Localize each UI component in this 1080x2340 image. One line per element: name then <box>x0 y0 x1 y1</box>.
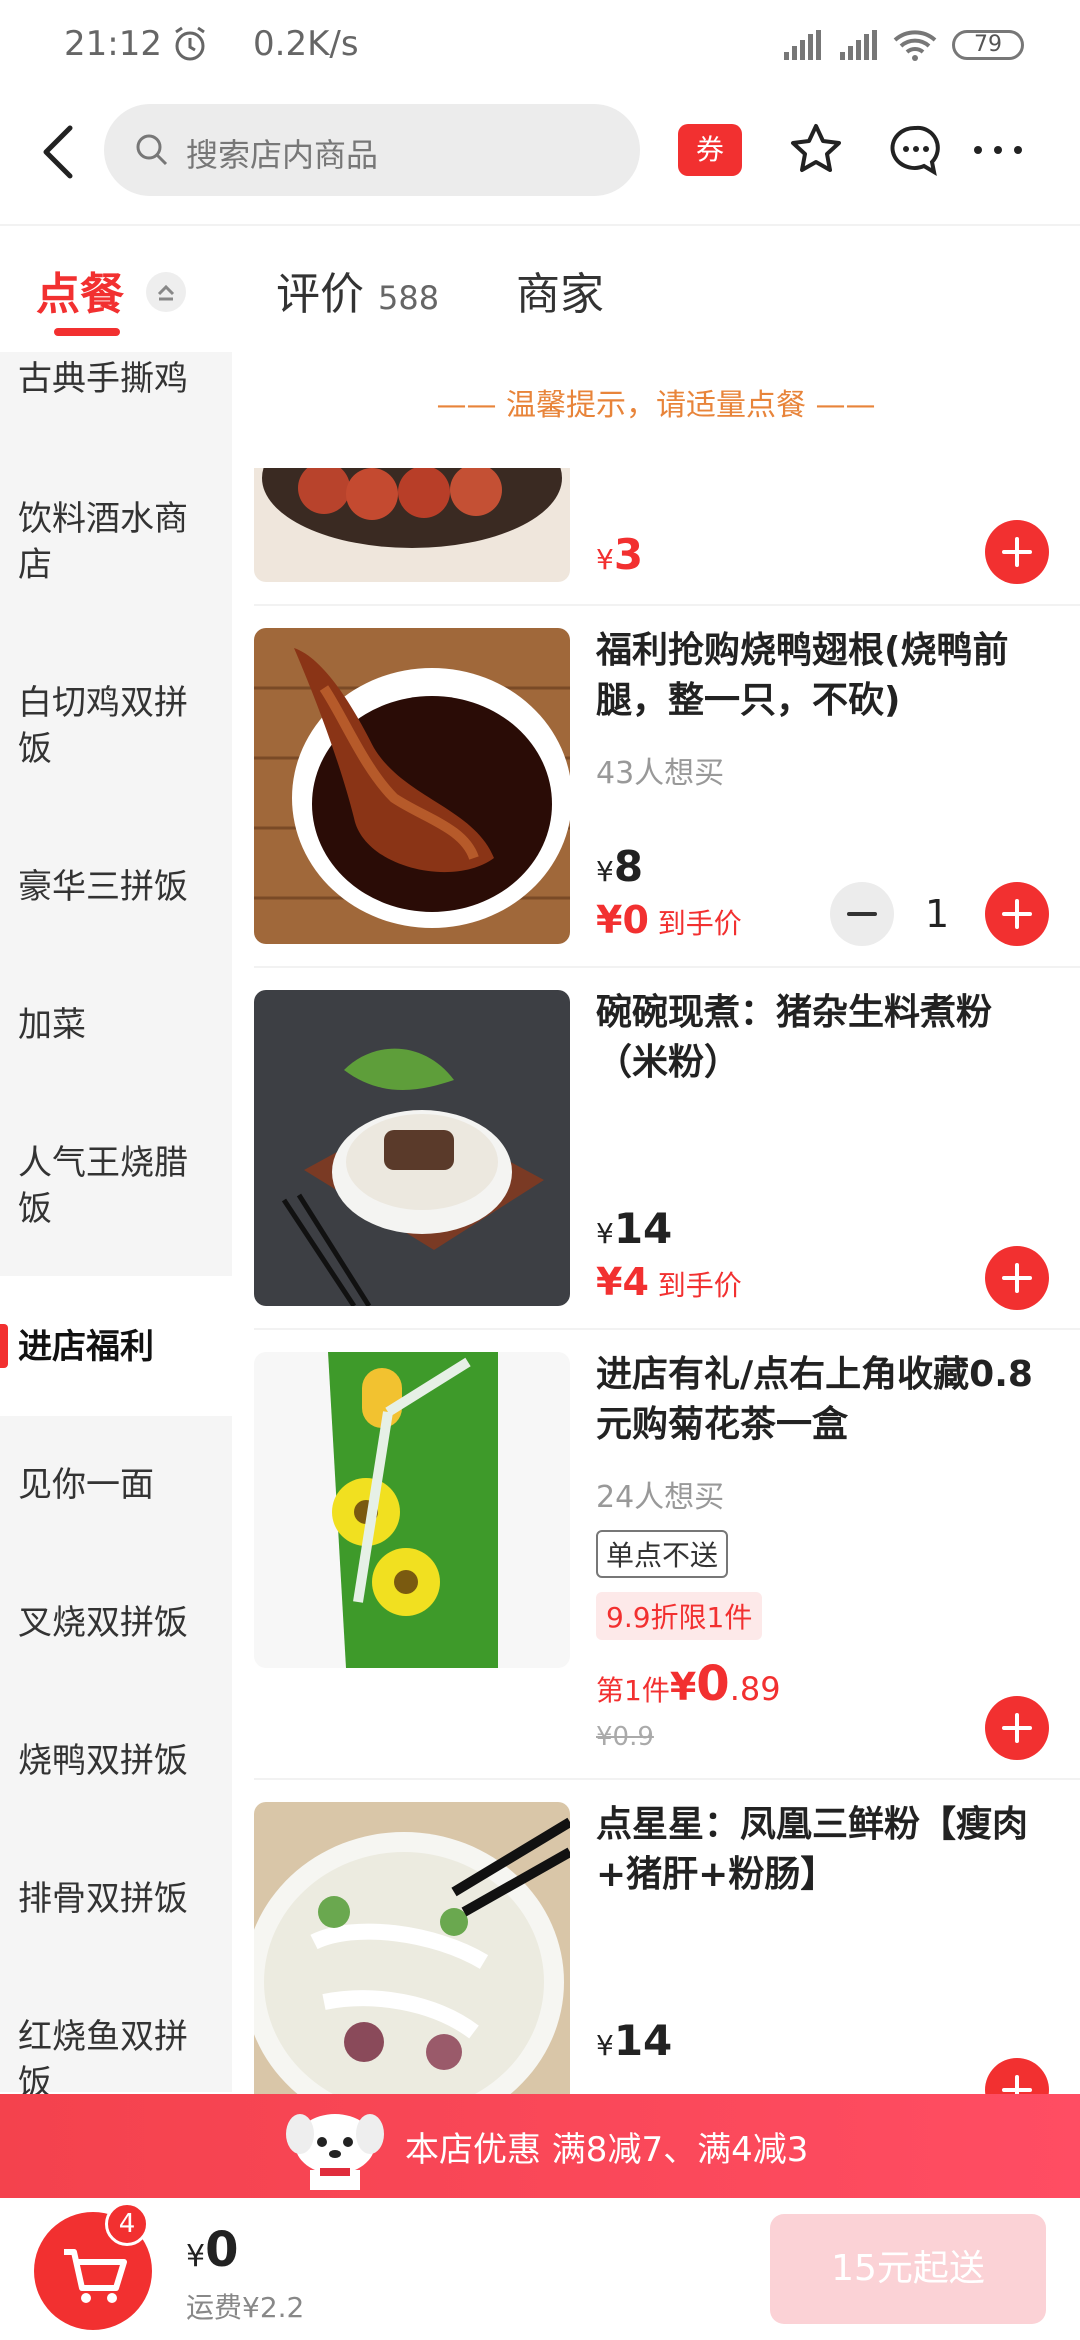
sidebar-item[interactable]: 白切鸡双拼饭 <box>18 680 218 772</box>
item-image[interactable] <box>254 990 570 1306</box>
item-price: ¥14 <box>596 1204 672 1253</box>
promo-text: 本店优惠 满8减7、满4减3 <box>405 2130 809 2170</box>
sidebar-item[interactable]: 红烧鱼双拼饭 <box>18 2014 218 2106</box>
signal-hd-icon <box>840 30 877 60</box>
item-title[interactable]: 进店有礼/点右上角收藏0.8元购菊花茶一盒 <box>596 1350 1056 1450</box>
hand-price-value: ¥0 <box>596 898 649 942</box>
battery-indicator: 79 <box>952 30 1024 60</box>
tip-text: —— 温馨提示，请适量点餐 —— <box>436 388 876 423</box>
sidebar-item[interactable]: 叉烧双拼饭 <box>18 1600 218 1646</box>
item-want-count: 24人想买 <box>596 1480 725 1515</box>
item-image[interactable] <box>254 1352 570 1668</box>
cart-total-value: 0 <box>205 2222 239 2278</box>
sidebar-item[interactable]: 人气王烧腊饭 <box>18 1140 218 1232</box>
item-want-count: 43人想买 <box>596 756 725 791</box>
original-price: ¥0.9 <box>596 1722 654 1752</box>
category-active-marker <box>0 1324 8 1368</box>
currency-symbol: ¥ <box>186 2239 206 2274</box>
sidebar-item[interactable]: 豪华三拼饭 <box>18 864 218 910</box>
checkout-button[interactable]: 15元起送 <box>770 2214 1046 2324</box>
header-divider <box>0 224 1080 226</box>
tab-active-indicator <box>54 328 120 336</box>
first-item-price: 第1件¥0.89 <box>596 1656 781 1712</box>
sidebar-item[interactable]: 古典手撕鸡 <box>18 356 218 402</box>
sidebar-item[interactable]: 排骨双拼饭 <box>18 1876 218 1922</box>
search-placeholder: 搜索店内商品 <box>186 136 379 174</box>
item-title[interactable]: 点星星：凤凰三鲜粉【瘦肉+猪肝+粉肠】 <box>596 1800 1056 1900</box>
discount-tag: 9.9折限1件 <box>596 1592 763 1640</box>
item-price: ¥3 <box>596 530 643 579</box>
currency-symbol: ¥ <box>596 855 614 888</box>
mascot-icon <box>286 2114 384 2190</box>
cart-count-badge: 4 <box>105 2202 149 2246</box>
more-icon[interactable] <box>968 120 1028 180</box>
tab-reviews-label: 评价 <box>276 269 364 320</box>
item-image[interactable] <box>254 1802 570 2094</box>
first-price-integer: 0 <box>696 1656 730 1712</box>
tab-order[interactable]: 点餐 <box>36 258 124 322</box>
back-arrow-icon[interactable] <box>38 122 78 182</box>
first-item-label: 第1件 <box>596 1674 670 1707</box>
first-price-decimal: .89 <box>729 1670 781 1708</box>
hand-price-label: 到手价 <box>657 907 742 940</box>
item-title[interactable]: 福利抢购烧鸭翅根(烧鸭前腿，整一只，不砍) <box>596 626 1056 726</box>
sidebar-item-active[interactable]: 进店福利 <box>18 1324 218 1370</box>
price-value: 14 <box>613 2016 673 2065</box>
sidebar-item[interactable]: 饮料酒水商店 <box>18 496 218 588</box>
currency-symbol: ¥ <box>596 2029 614 2062</box>
cart-total: ¥0 <box>186 2222 239 2278</box>
collapse-icon[interactable] <box>146 272 186 312</box>
sidebar-item[interactable]: 见你一面 <box>18 1462 218 1508</box>
currency-symbol: ¥ <box>596 543 614 576</box>
no-delivery-tag: 单点不送 <box>596 1530 729 1578</box>
add-to-cart-button[interactable] <box>985 520 1049 584</box>
add-to-cart-button[interactable] <box>985 1246 1049 1310</box>
item-separator <box>254 604 1080 606</box>
status-bar: 21:12 0.2K/s 79 <box>0 0 1080 92</box>
currency-symbol: ¥ <box>669 1665 697 1709</box>
item-image[interactable] <box>254 468 570 582</box>
wifi-icon <box>893 30 937 61</box>
item-separator <box>254 966 1080 968</box>
item-price: ¥14 <box>596 2016 672 2065</box>
item-hand-price: ¥4 到手价 <box>596 1260 742 1304</box>
status-time: 21:12 <box>64 24 162 64</box>
sidebar-item[interactable]: 加菜 <box>18 1002 218 1048</box>
sidebar-item[interactable]: 烧鸭双拼饭 <box>18 1738 218 1784</box>
item-quantity: 1 <box>925 892 950 936</box>
item-hand-price: ¥0 到手价 <box>596 898 742 942</box>
item-separator <box>254 1328 1080 1330</box>
price-value: 14 <box>613 1204 673 1253</box>
search-bar[interactable]: 搜索店内商品 <box>104 104 640 196</box>
hand-price-value: ¥4 <box>596 1260 649 1304</box>
promo-banner[interactable]: 本店优惠 满8减7、满4减3 <box>0 2094 1080 2198</box>
price-value: 3 <box>613 530 644 579</box>
tab-merchant[interactable]: 商家 <box>516 258 604 322</box>
coupon-button[interactable]: 券 <box>678 124 742 176</box>
hand-price-label: 到手价 <box>657 1269 742 1302</box>
item-title[interactable]: 碗碗现煮：猪杂生料煮粉（米粉） <box>596 988 1056 1088</box>
tab-reviews[interactable]: 评价 588 <box>276 258 439 322</box>
add-to-cart-button[interactable] <box>985 1696 1049 1760</box>
decrease-quantity-button[interactable] <box>830 882 894 946</box>
search-icon <box>136 134 168 166</box>
network-speed: 0.2K/s <box>253 24 359 64</box>
item-separator <box>254 1778 1080 1780</box>
price-value: 8 <box>613 842 644 891</box>
delivery-fee: 运费¥2.2 <box>186 2291 305 2324</box>
item-image[interactable] <box>254 628 570 944</box>
item-price: ¥8 <box>596 842 643 891</box>
tab-reviews-count: 588 <box>378 279 440 317</box>
signal-icon <box>784 30 821 60</box>
alarm-icon <box>175 26 205 61</box>
currency-symbol: ¥ <box>596 1217 614 1250</box>
star-icon[interactable] <box>786 120 846 180</box>
add-to-cart-button[interactable] <box>985 882 1049 946</box>
message-icon[interactable] <box>886 120 946 180</box>
